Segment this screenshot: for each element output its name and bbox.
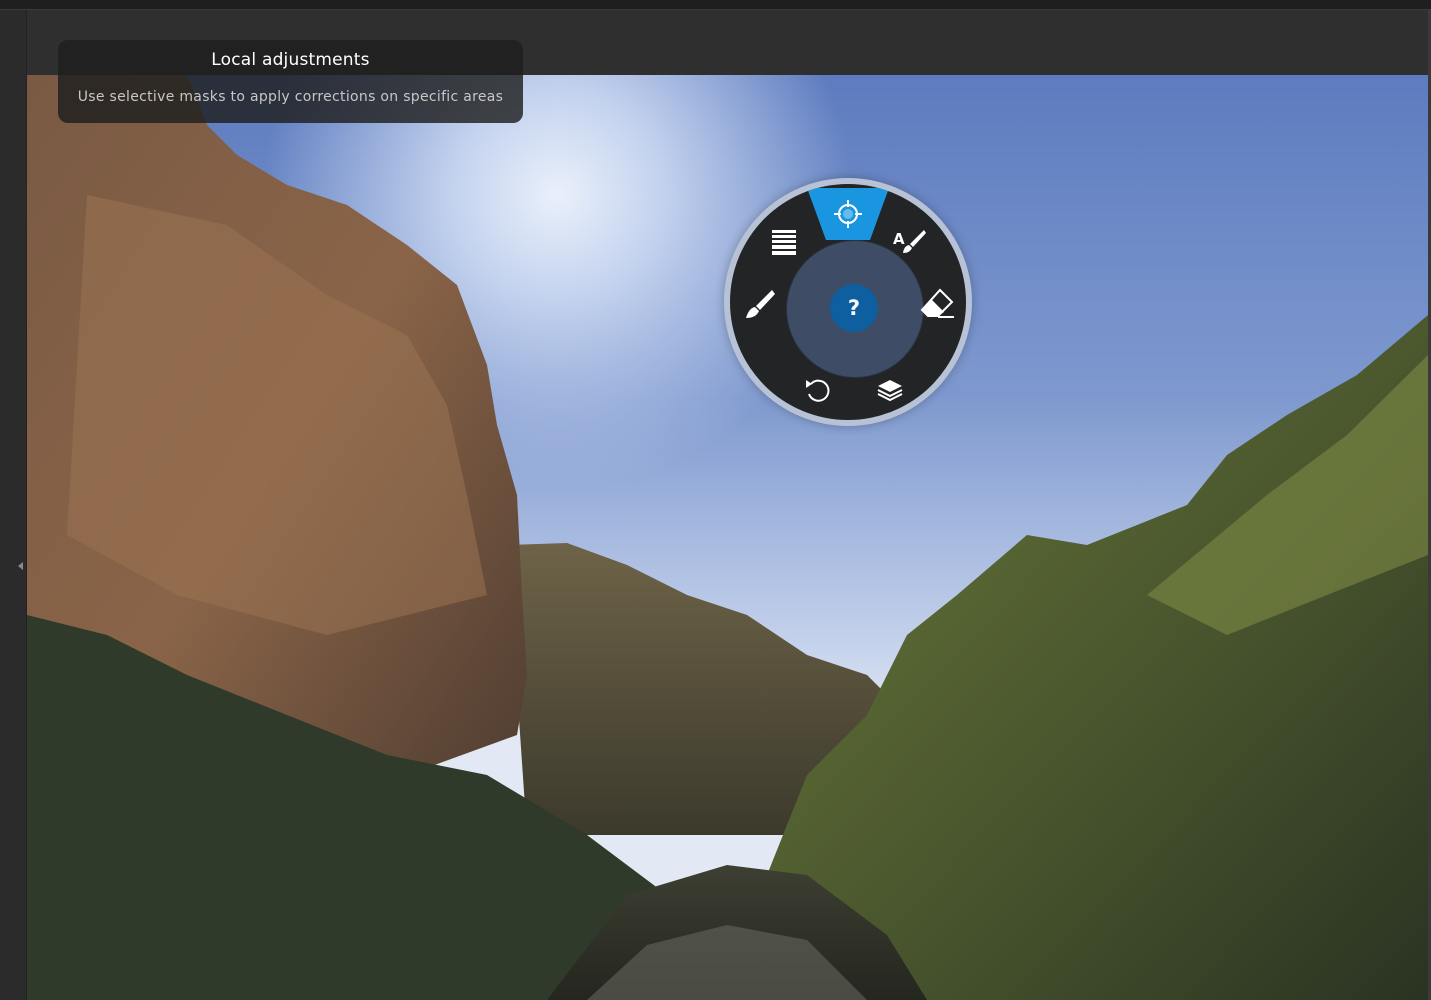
radial-menu-ring: ? A [730,184,966,420]
brush-icon[interactable] [738,284,778,324]
left-panel-rail[interactable] [0,10,27,1000]
svg-text:A: A [893,230,905,248]
control-point-icon[interactable] [828,194,868,234]
landscape-photo [27,75,1428,1000]
reset-icon[interactable] [798,370,838,410]
graduated-filter-icon[interactable] [764,222,804,262]
help-button[interactable]: ? [830,284,878,332]
tooltip-subtitle: Use selective masks to apply corrections… [77,89,504,105]
layers-icon[interactable] [870,370,910,410]
auto-brush-icon[interactable]: A [890,222,930,262]
expand-panel-arrow-icon[interactable] [18,562,23,570]
photo-canvas[interactable] [27,75,1428,1000]
top-toolbar-strip [0,0,1431,10]
eraser-icon[interactable] [918,284,958,324]
tooltip-title: Local adjustments [211,50,370,70]
local-adjustments-radial-menu: ? A [724,178,972,426]
local-adjustments-tooltip: Local adjustments Use selective masks to… [58,40,523,123]
